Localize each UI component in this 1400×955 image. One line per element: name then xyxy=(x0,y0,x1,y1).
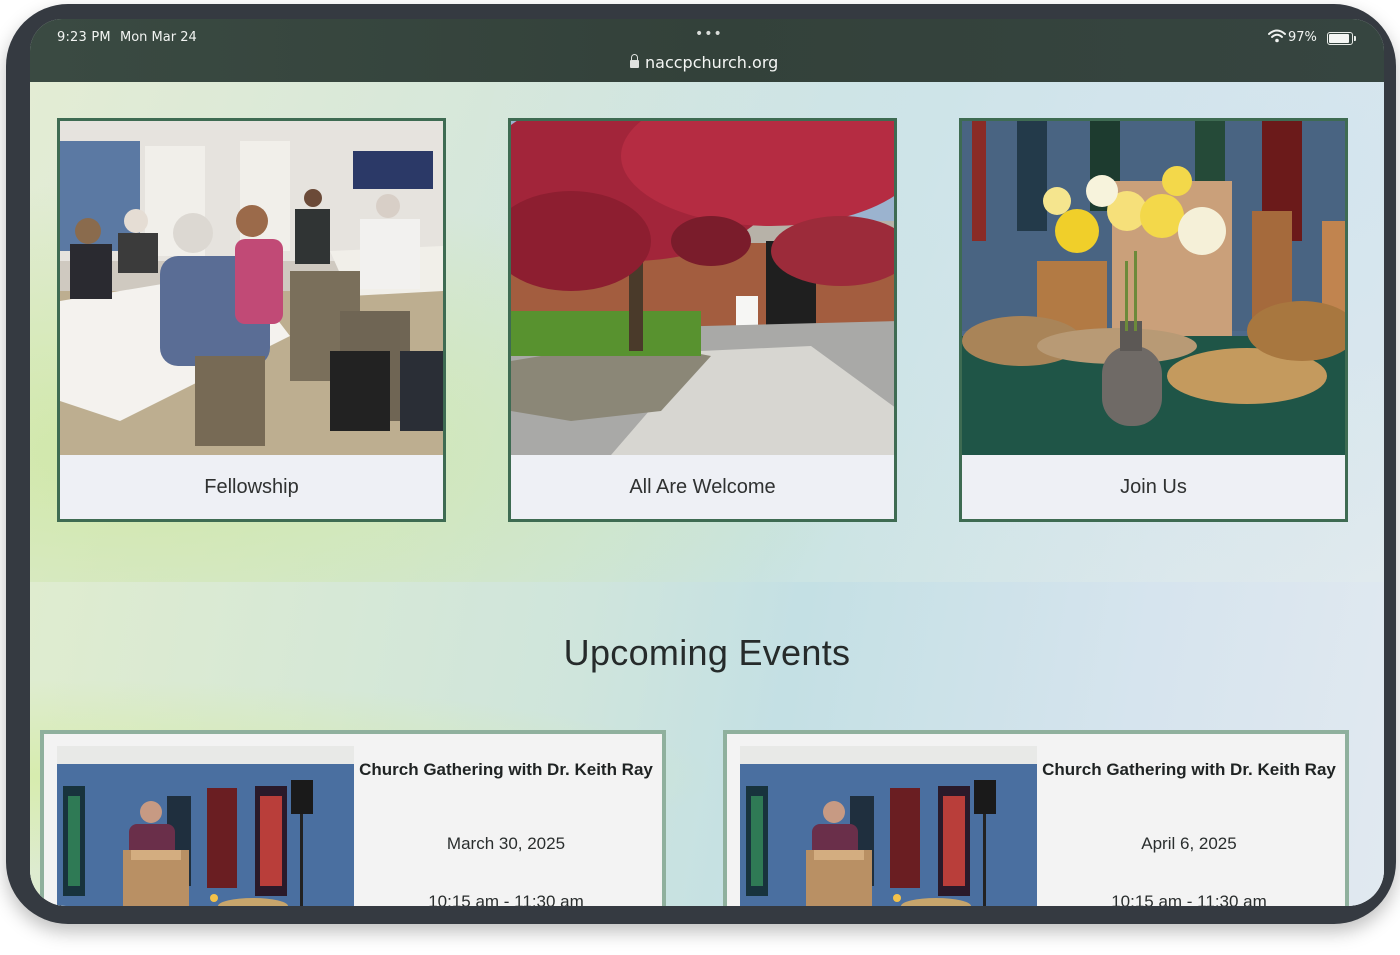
wifi-icon xyxy=(1268,29,1286,43)
card-join-us[interactable]: Join Us xyxy=(959,118,1348,522)
event-photo xyxy=(740,746,1037,906)
screen: 9:23 PM Mon Mar 24 ••• naccpchurch.org 9… xyxy=(30,19,1384,906)
section-heading: Upcoming Events xyxy=(563,632,851,673)
card-label[interactable]: Join Us xyxy=(962,455,1345,519)
url-text: naccpchurch.org xyxy=(645,53,779,72)
card-fellowship[interactable]: Fellowship xyxy=(57,118,446,522)
battery-cap xyxy=(1354,36,1356,41)
battery-icon xyxy=(1327,32,1353,45)
fellowship-photo xyxy=(60,121,443,455)
lock-icon xyxy=(630,54,639,68)
event-photo xyxy=(57,746,354,906)
card-label[interactable]: All Are Welcome xyxy=(511,455,894,519)
status-bar: 9:23 PM Mon Mar 24 ••• naccpchurch.org 9… xyxy=(30,19,1384,82)
multitasking-dots-icon[interactable]: ••• xyxy=(695,26,723,42)
card-all-are-welcome[interactable]: All Are Welcome xyxy=(508,118,897,522)
welcome-photo xyxy=(511,121,894,455)
address-bar[interactable]: naccpchurch.org xyxy=(630,53,784,72)
event-title[interactable]: Church Gathering with Dr. Keith Ray xyxy=(357,756,655,783)
event-card[interactable]: Church Gathering with Dr. Keith Ray Marc… xyxy=(40,730,666,906)
event-date: March 30, 2025 xyxy=(446,834,566,853)
status-time: 9:23 PM xyxy=(57,30,111,45)
battery-percent: 97% xyxy=(1288,30,1317,45)
web-page: Fellowship All Are Welcome Join Us Upcom… xyxy=(30,82,1384,906)
card-label[interactable]: Fellowship xyxy=(60,455,443,519)
event-date: April 6, 2025 xyxy=(1141,834,1237,853)
event-title[interactable]: Church Gathering with Dr. Keith Ray xyxy=(1040,756,1338,783)
event-time: 10:15 am - 11:30 am xyxy=(1111,892,1267,906)
event-time: 10:15 am - 11:30 am xyxy=(428,892,584,906)
tablet-frame: 9:23 PM Mon Mar 24 ••• naccpchurch.org 9… xyxy=(6,4,1396,924)
event-card[interactable]: Church Gathering with Dr. Keith Ray Apri… xyxy=(723,730,1349,906)
join-us-photo xyxy=(962,121,1345,455)
battery-level xyxy=(1329,34,1350,43)
status-date: Mon Mar 24 xyxy=(120,30,197,45)
